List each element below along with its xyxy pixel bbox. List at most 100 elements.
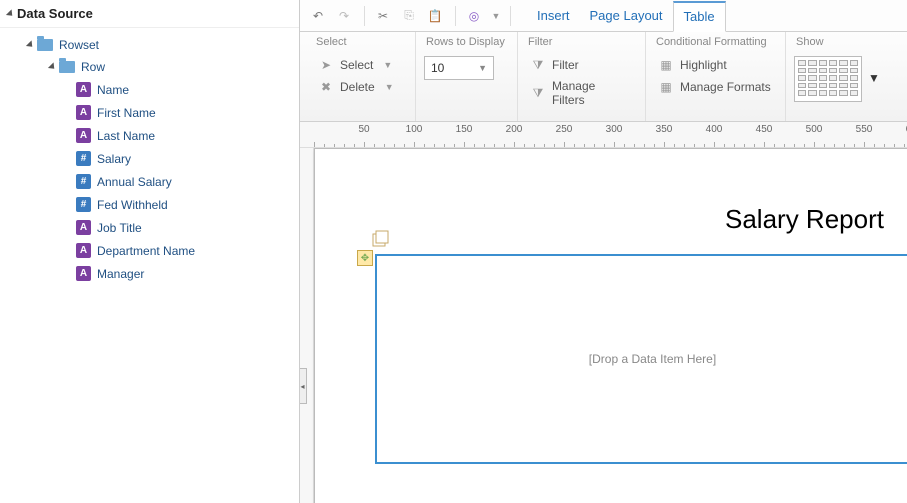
- ruler-label: 150: [456, 124, 473, 135]
- number-field-icon: #: [76, 174, 91, 189]
- redo-button: ↷: [332, 4, 356, 28]
- rows-value: 10: [431, 61, 444, 75]
- data-source-panel: Data Source Rowset Row ANameAFirst NameA…: [0, 0, 300, 503]
- tab-table[interactable]: Table: [673, 1, 726, 32]
- collapse-icon: [6, 9, 15, 18]
- delete-icon: ✖: [318, 79, 334, 95]
- funnel-icon: ⧩: [530, 57, 546, 73]
- show-grid-button[interactable]: [794, 56, 862, 102]
- text-field-icon: A: [76, 266, 91, 281]
- table-stack-icon[interactable]: [371, 228, 391, 248]
- report-title[interactable]: Salary Report: [725, 204, 884, 235]
- group-label: Rows to Display: [424, 36, 507, 54]
- chevron-down-icon: ▼: [478, 63, 487, 73]
- move-handle-icon[interactable]: ✥: [357, 250, 373, 266]
- panel-collapse-handle[interactable]: ◂: [300, 368, 307, 404]
- text-field-icon: A: [76, 128, 91, 143]
- canvas-area: ◂ Salary Report ✥ [Drop a Data Item Here…: [300, 148, 907, 503]
- group-label: Filter: [526, 36, 635, 54]
- number-field-icon: #: [76, 197, 91, 212]
- field-label: Last Name: [97, 129, 155, 143]
- editor-area: ↶ ↷ ✂ ⎘ 📋 ◎ ▼ Insert Page Layout Table S…: [300, 0, 907, 503]
- table-widget[interactable]: ✥ [Drop a Data Item Here]: [375, 254, 907, 464]
- ruler-label: 500: [806, 124, 823, 135]
- data-source-header[interactable]: Data Source: [0, 0, 299, 28]
- filter-label: Filter: [552, 58, 579, 72]
- chevron-down-icon: ▼: [385, 82, 394, 92]
- field-label: Manager: [97, 267, 144, 281]
- copy-button: ⎘: [397, 4, 421, 28]
- report-page[interactable]: Salary Report ✥ [Drop a Data Item Here]: [314, 148, 907, 503]
- rows-to-display-input[interactable]: 10 ▼: [424, 56, 494, 80]
- text-field-icon: A: [76, 105, 91, 120]
- tree-field[interactable]: A Last Name: [10, 124, 299, 147]
- tab-insert[interactable]: Insert: [527, 0, 580, 32]
- ribbon: Select ➤ Select ▼ ✖ Delete ▼ Rows to Dis…: [300, 32, 907, 122]
- ribbon-group-rows: Rows to Display 10 ▼: [416, 32, 518, 121]
- manage-formats-button[interactable]: ▦ Manage Formats: [654, 76, 775, 98]
- table-drop-zone[interactable]: [Drop a Data Item Here]: [375, 254, 907, 464]
- text-field-icon: A: [76, 243, 91, 258]
- horizontal-ruler: 50100150200250300350400450500550600: [300, 122, 907, 148]
- top-toolbar: ↶ ↷ ✂ ⎘ 📋 ◎ ▼ Insert Page Layout Table: [300, 0, 907, 32]
- highlight-button[interactable]: ▦ Highlight: [654, 54, 775, 76]
- tree-field[interactable]: # Annual Salary: [10, 170, 299, 193]
- separator: [510, 6, 511, 26]
- chevron-down-icon: ▼: [383, 60, 392, 70]
- data-source-tree: Rowset Row ANameAFirst NameALast Name#Sa…: [0, 28, 299, 285]
- field-label: First Name: [97, 106, 156, 120]
- funnel-icon: ⧩: [530, 85, 546, 101]
- cursor-icon: ➤: [318, 57, 334, 73]
- manage-formats-label: Manage Formats: [680, 80, 771, 94]
- field-label: Annual Salary: [97, 175, 172, 189]
- tree-node-rowset[interactable]: Rowset: [10, 34, 299, 56]
- highlight-label: Highlight: [680, 58, 727, 72]
- tree-field[interactable]: AJob Title: [10, 216, 299, 239]
- manage-filters-label: Manage Filters: [552, 79, 631, 107]
- separator: [455, 6, 456, 26]
- manage-filters-button[interactable]: ⧩ Manage Filters: [526, 76, 635, 110]
- tree-field[interactable]: A First Name: [10, 101, 299, 124]
- target-button[interactable]: ◎: [462, 4, 486, 28]
- select-button[interactable]: ➤ Select ▼: [314, 54, 405, 76]
- field-label: Salary: [97, 152, 131, 166]
- group-label: Show: [794, 36, 886, 54]
- cut-button[interactable]: ✂: [371, 4, 395, 28]
- separator: [364, 6, 365, 26]
- ruler-label: 450: [756, 124, 773, 135]
- group-label: Conditional Formatting: [654, 36, 775, 54]
- field-label: Fed Withheld: [97, 198, 168, 212]
- tree-field[interactable]: A Manager: [10, 262, 299, 285]
- tab-page-layout[interactable]: Page Layout: [580, 0, 673, 32]
- ribbon-group-show: Show ▼: [786, 32, 896, 121]
- highlight-icon: ▦: [658, 57, 674, 73]
- filter-button[interactable]: ⧩ Filter: [526, 54, 635, 76]
- ruler-label: 350: [656, 124, 673, 135]
- tree-label: Row: [81, 60, 105, 74]
- tree-field[interactable]: ADepartment Name: [10, 239, 299, 262]
- group-label: Select: [314, 36, 405, 54]
- ruler-label: 550: [856, 124, 873, 135]
- chevron-down-icon[interactable]: ▼: [868, 71, 880, 85]
- delete-button[interactable]: ✖ Delete ▼: [314, 76, 405, 98]
- text-field-icon: A: [76, 220, 91, 235]
- panel-title: Data Source: [17, 6, 93, 21]
- ruler-label: 300: [606, 124, 623, 135]
- ruler-label: 250: [556, 124, 573, 135]
- undo-button[interactable]: ↶: [306, 4, 330, 28]
- ruler-label: 400: [706, 124, 723, 135]
- tree-label: Rowset: [59, 38, 99, 52]
- ruler-label: 100: [406, 124, 423, 135]
- tree-field[interactable]: # Fed Withheld: [10, 193, 299, 216]
- folder-icon: [59, 61, 75, 73]
- tree-field[interactable]: # Salary: [10, 147, 299, 170]
- text-field-icon: A: [76, 82, 91, 97]
- tree-node-row[interactable]: Row: [10, 56, 299, 78]
- formats-icon: ▦: [658, 79, 674, 95]
- expand-icon: [26, 40, 35, 49]
- tree-field[interactable]: AName: [10, 78, 299, 101]
- target-dropdown[interactable]: ▼: [488, 4, 502, 28]
- drop-hint: [Drop a Data Item Here]: [589, 352, 716, 366]
- select-label: Select: [340, 58, 373, 72]
- number-field-icon: #: [76, 151, 91, 166]
